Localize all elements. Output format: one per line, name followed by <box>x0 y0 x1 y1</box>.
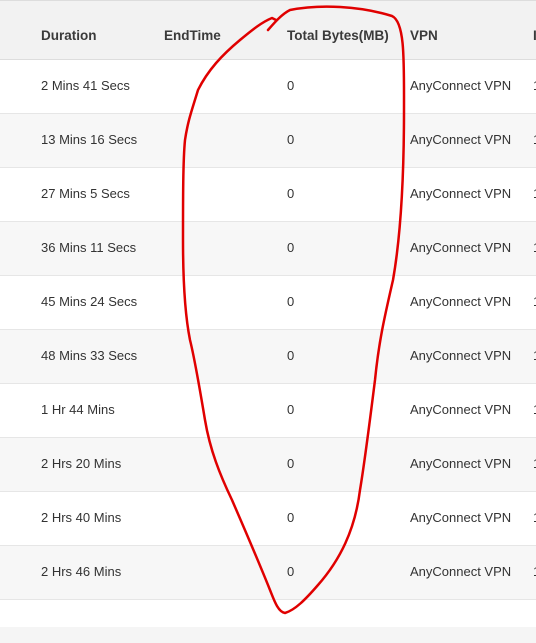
table-row[interactable]: 45 Mins 24 Secs0AnyConnect VPN1 <box>0 276 536 330</box>
duration-cell: 48 Mins 33 Secs <box>41 348 138 363</box>
total-bytes-cell: 0 <box>287 402 295 417</box>
footer-band <box>0 627 536 643</box>
table-row[interactable]: 2 Mins 41 Secs0AnyConnect VPN1 <box>0 60 536 114</box>
duration-cell: 2 Hrs 40 Mins <box>41 510 122 525</box>
table-row[interactable]: 27 Mins 5 Secs0AnyConnect VPN1 <box>0 168 536 222</box>
header-endtime[interactable]: EndTime <box>164 28 221 43</box>
total-bytes-cell: 0 <box>287 510 295 525</box>
duration-cell: 45 Mins 24 Secs <box>41 294 138 309</box>
header-duration[interactable]: Duration <box>41 28 97 43</box>
total-bytes-cell: 0 <box>287 240 295 255</box>
table-header: Duration EndTime Total Bytes(MB) VPN I <box>0 0 536 60</box>
vpn-cell: AnyConnect VPN <box>410 564 512 579</box>
table-row[interactable]: 36 Mins 11 Secs0AnyConnect VPN1 <box>0 222 536 276</box>
duration-cell: 36 Mins 11 Secs <box>41 240 137 255</box>
vpn-cell: AnyConnect VPN <box>410 456 512 471</box>
total-bytes-cell: 0 <box>287 78 295 93</box>
header-vpn[interactable]: VPN <box>410 28 438 43</box>
total-bytes-cell: 0 <box>287 348 295 363</box>
duration-cell: 2 Hrs 20 Mins <box>41 456 122 471</box>
table-row[interactable]: 48 Mins 33 Secs0AnyConnect VPN1 <box>0 330 536 384</box>
table-row[interactable]: 1 Hr 44 Mins0AnyConnect VPN1 <box>0 384 536 438</box>
vpn-cell: AnyConnect VPN <box>410 510 512 525</box>
total-bytes-cell: 0 <box>287 186 295 201</box>
duration-cell: 1 Hr 44 Mins <box>41 402 115 417</box>
vpn-cell: AnyConnect VPN <box>410 186 512 201</box>
vpn-cell: AnyConnect VPN <box>410 132 512 147</box>
duration-cell: 13 Mins 16 Secs <box>41 132 138 147</box>
total-bytes-cell: 0 <box>287 564 295 579</box>
table-row[interactable]: 2 Hrs 20 Mins0AnyConnect VPN1 <box>0 438 536 492</box>
vpn-cell: AnyConnect VPN <box>410 78 512 93</box>
vpn-cell: AnyConnect VPN <box>410 294 512 309</box>
duration-cell: 27 Mins 5 Secs <box>41 186 130 201</box>
sessions-table: Duration EndTime Total Bytes(MB) VPN I 2… <box>0 0 536 600</box>
header-total-bytes[interactable]: Total Bytes(MB) <box>287 28 389 43</box>
table-row[interactable]: 2 Hrs 40 Mins0AnyConnect VPN1 <box>0 492 536 546</box>
table-row[interactable]: 13 Mins 16 Secs0AnyConnect VPN1 <box>0 114 536 168</box>
total-bytes-cell: 0 <box>287 294 295 309</box>
total-bytes-cell: 0 <box>287 456 295 471</box>
duration-cell: 2 Hrs 46 Mins <box>41 564 122 579</box>
table-body: 2 Mins 41 Secs0AnyConnect VPN113 Mins 16… <box>0 60 536 600</box>
duration-cell: 2 Mins 41 Secs <box>41 78 130 93</box>
table-row[interactable]: 2 Hrs 46 Mins0AnyConnect VPN1 <box>0 546 536 600</box>
vpn-cell: AnyConnect VPN <box>410 402 512 417</box>
total-bytes-cell: 0 <box>287 132 295 147</box>
vpn-cell: AnyConnect VPN <box>410 348 512 363</box>
vpn-cell: AnyConnect VPN <box>410 240 512 255</box>
